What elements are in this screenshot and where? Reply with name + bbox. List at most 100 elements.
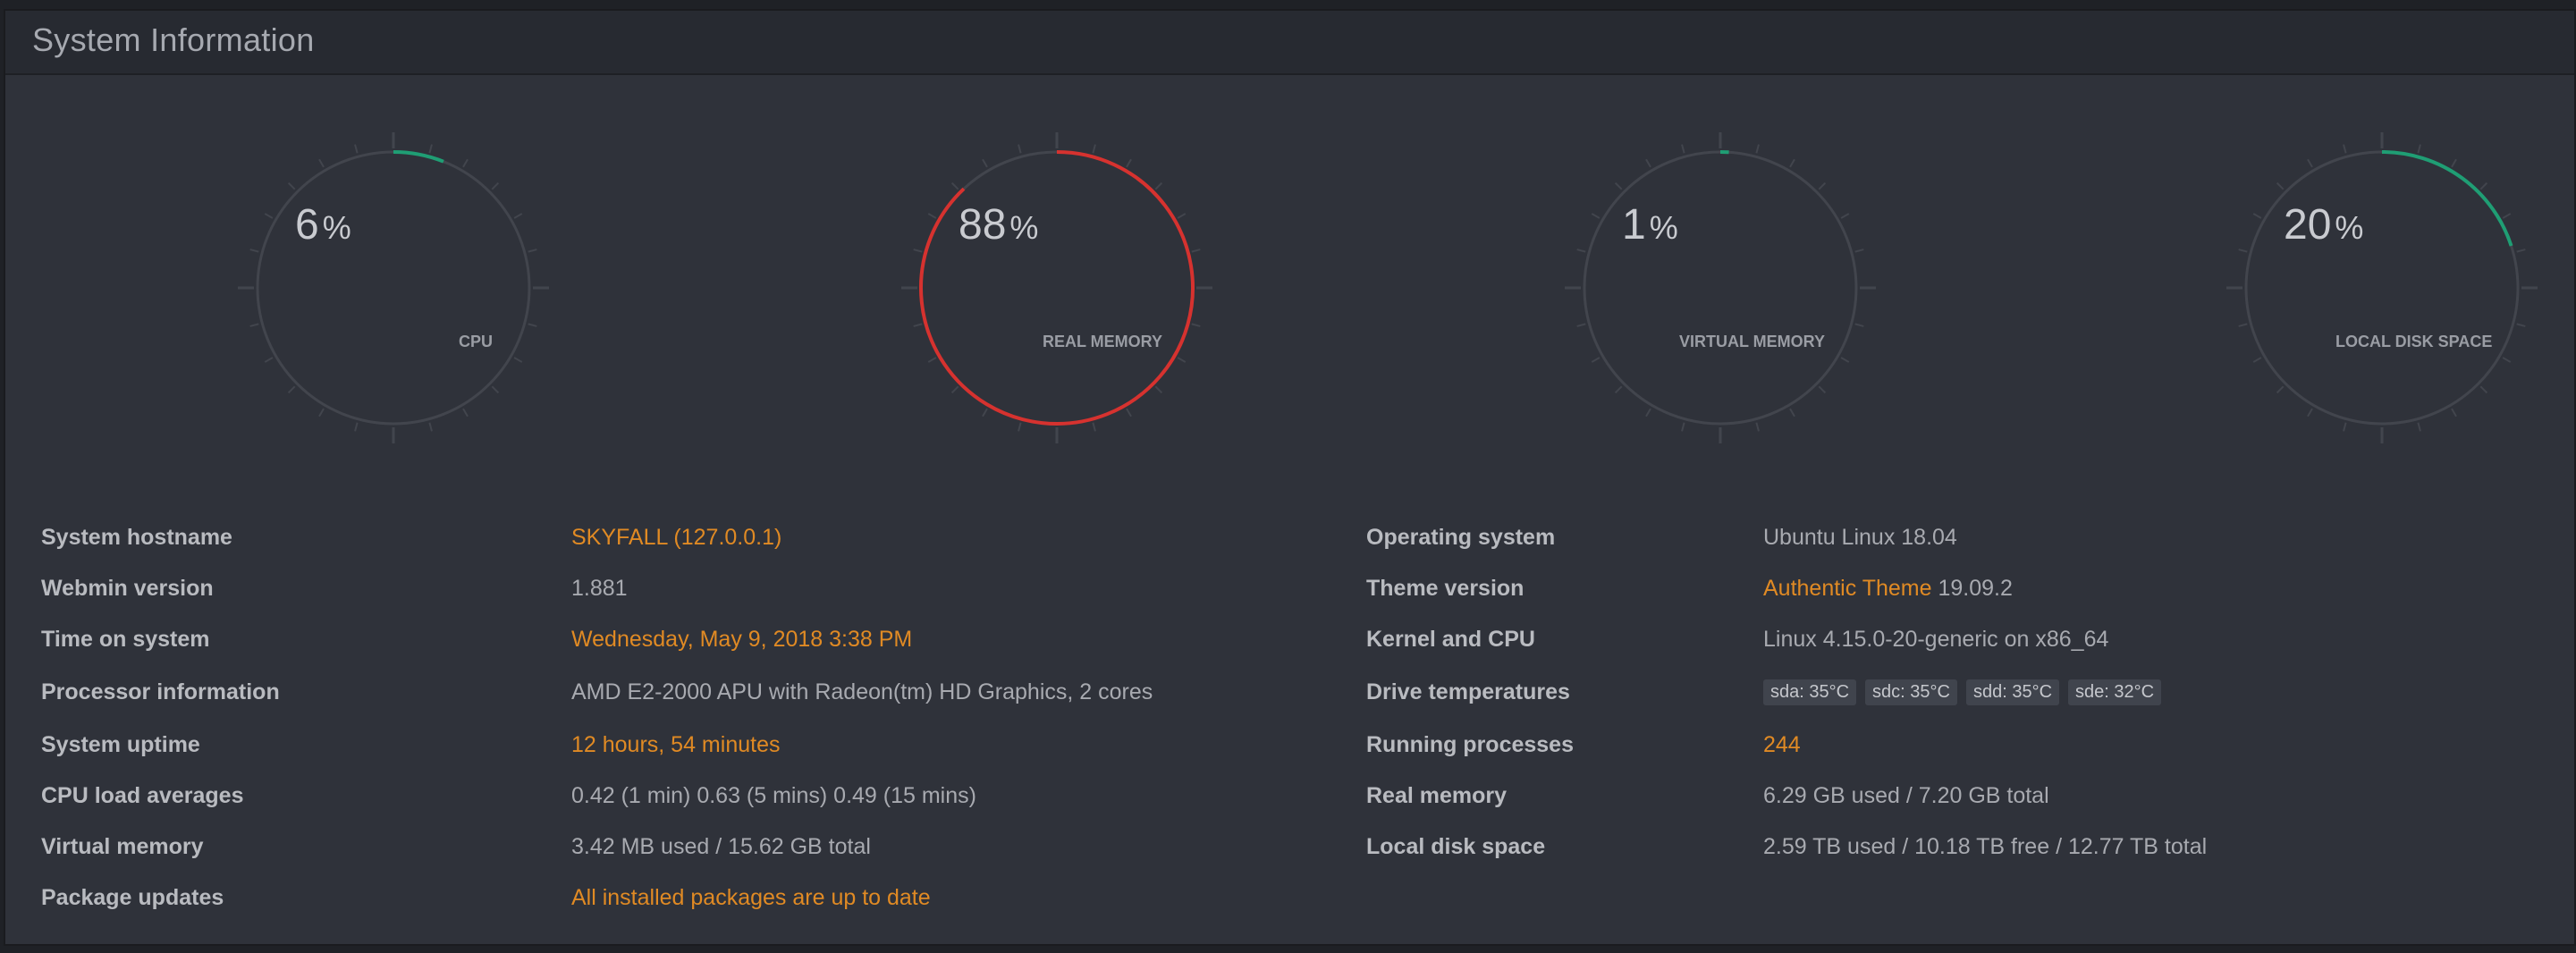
gauge-tick (2307, 408, 2313, 417)
gauge-tick (1576, 249, 1586, 253)
panel-header[interactable]: System Information (5, 11, 2574, 75)
gauge-tick (982, 408, 988, 417)
info-key-real-memory: Real memory (1366, 783, 1508, 808)
page-background: System Information 6% CPU 88% REAL MEMOR… (0, 0, 2576, 953)
gauge-tick (1018, 422, 1022, 432)
gauge-tick (2276, 181, 2285, 190)
gauge-tick (1854, 249, 1864, 253)
gauge-tick (982, 158, 988, 168)
virtual-memory-percent-sign: % (1649, 209, 1678, 246)
gauge-tick (1591, 213, 1600, 219)
info-key-running-processes: Running processes (1366, 732, 1574, 757)
info-key-drive-temperatures: Drive temperatures (1366, 679, 1570, 704)
gauge-tick (913, 323, 923, 327)
virtual-memory-gauge-track (1583, 150, 1858, 426)
gauge-tick (2252, 357, 2262, 363)
cpu-gauge-value: 6% (295, 204, 351, 247)
gauge-tick (428, 144, 433, 154)
gauge-tick (1177, 213, 1187, 219)
drive-temp-badge: sdd: 35°C (1965, 679, 2060, 705)
info-key-webmin-version: Webmin version (41, 576, 214, 601)
gauge-tick (2417, 144, 2421, 154)
cpu-gauge-ticks (238, 132, 549, 443)
gauges-row: 6% CPU 88% REAL MEMORY 1% VIRTUAL MEMORY… (5, 118, 2576, 458)
gauge-tick (1818, 385, 1827, 394)
gauge-tick (2252, 213, 2262, 219)
real-memory-value: 6.29 GB used / 7.20 GB total (1763, 783, 2049, 808)
gauge-tick (1681, 422, 1685, 432)
gauge-tick (249, 249, 259, 253)
gauge-tick (1681, 144, 1685, 154)
local-disk-space-percent-number: 20 (2284, 201, 2332, 249)
gauge-tick (2516, 249, 2526, 253)
gauge-tick (1789, 408, 1795, 417)
gauge-tick (927, 213, 937, 219)
running-processes-link[interactable]: 244 (1763, 732, 1801, 758)
gauge-tick (1126, 408, 1132, 417)
local-disk-space-gauge-label: LOCAL DISK SPACE (2335, 333, 2493, 350)
real-memory-gauge-label: REAL MEMORY (1043, 333, 1163, 350)
theme-version-value: Authentic Theme 19.09.2 (1763, 576, 2013, 602)
package-updates-link[interactable]: All installed packages are up to date (571, 885, 931, 911)
drive-temp-badge: sdc: 35°C (1865, 679, 1957, 705)
info-key-kernel: Kernel and CPU (1366, 627, 1535, 652)
real-memory-gauge-dial (901, 132, 1212, 443)
gauge-tick (2451, 158, 2457, 168)
gauge-tick (462, 158, 469, 168)
gauge-tick (1154, 181, 1163, 190)
gauge-tick (2479, 385, 2488, 394)
gauge-tick (2451, 408, 2457, 417)
cpu-gauge: 6% CPU (224, 118, 563, 458)
gauge-tick (264, 357, 274, 363)
info-key-theme-version: Theme version (1366, 576, 1524, 601)
gauge-tick (264, 213, 274, 219)
cpu-gauge-track (256, 150, 531, 426)
gauge-tick (513, 213, 523, 219)
gauge-tick (513, 357, 523, 363)
gauge-tick (913, 249, 923, 253)
gauge-tick (249, 323, 259, 327)
drive-temp-badge: sde: 32°C (2068, 679, 2162, 705)
gauge-tick (462, 408, 469, 417)
info-key-local-disk-space: Local disk space (1366, 834, 1546, 859)
gauge-tick (287, 181, 296, 190)
gauge-tick (950, 385, 959, 394)
gauge-tick (1854, 323, 1864, 327)
gauge-tick (950, 181, 959, 190)
real-memory-percent-sign: % (1009, 209, 1039, 246)
gauge-tick (2479, 181, 2488, 190)
real-memory-gauge-value: 88% (959, 204, 1038, 247)
time-on-system-link[interactable]: Wednesday, May 9, 2018 3:38 PM (571, 627, 912, 653)
gauge-tick (927, 357, 937, 363)
gauge-tick (528, 323, 537, 327)
gauge-tick (1191, 249, 1201, 253)
gauge-tick (318, 158, 325, 168)
gauge-tick (1576, 323, 1586, 327)
gauge-tick (2343, 422, 2347, 432)
virtual-memory-value: 3.42 MB used / 15.62 GB total (571, 834, 871, 859)
cpu-percent-sign: % (322, 209, 351, 246)
gauge-tick (1755, 422, 1760, 432)
gauge-tick (428, 422, 433, 432)
gauge-tick (1591, 357, 1600, 363)
authentic-theme-link[interactable]: Authentic Theme (1763, 576, 1932, 601)
gauge-tick (1126, 158, 1132, 168)
hostname-link[interactable]: SKYFALL (127.0.0.1) (571, 525, 781, 551)
gauge-tick (2502, 357, 2512, 363)
gauge-tick (2516, 323, 2526, 327)
real-memory-gauge: 88% REAL MEMORY (887, 118, 1227, 458)
uptime-link[interactable]: 12 hours, 54 minutes (571, 732, 780, 758)
local-disk-space-value: 2.59 TB used / 10.18 TB free / 12.77 TB … (1763, 834, 2208, 859)
gauge-tick (318, 408, 325, 417)
gauge-tick (1645, 408, 1651, 417)
theme-version-number: 19.09.2 (1938, 576, 2013, 601)
info-key-virtual-memory: Virtual memory (41, 834, 204, 859)
gauge-tick (491, 385, 500, 394)
gauge-tick (1177, 357, 1187, 363)
webmin-version-value: 1.881 (571, 576, 628, 601)
gauge-tick (2417, 422, 2421, 432)
gauge-tick (2307, 158, 2313, 168)
virtual-memory-gauge-dial (1565, 132, 1876, 443)
cpu-percent-number: 6 (295, 201, 319, 249)
gauge-tick (287, 385, 296, 394)
